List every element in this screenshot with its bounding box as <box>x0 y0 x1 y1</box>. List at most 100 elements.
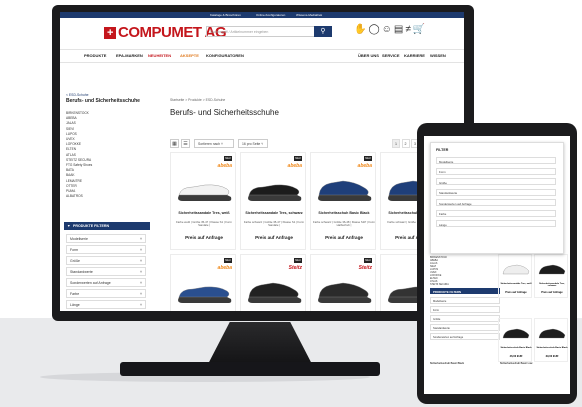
tablet-bottom-title[interactable]: Sicherheitsschuh Basic Low <box>500 362 532 365</box>
filter-dropdown[interactable]: Größe ˅ <box>66 256 146 265</box>
product-card[interactable]: NEU abeba Sicherheitssandale Tres, weiß Far… <box>170 152 236 250</box>
search-button[interactable]: ⚲ <box>314 26 332 37</box>
tablet-filter-dropdown[interactable]: Standardwerte <box>430 324 500 331</box>
product-card[interactable]: NEUabebaSicherheitssandale Basic BlackFa… <box>170 254 236 311</box>
filter-overlay-row[interactable]: Länge <box>436 220 556 227</box>
tablet-product-card[interactable]: Sicherheitssandale Tres, weiß Preis auf A… <box>498 254 532 298</box>
per-page-label: 16 pro Seite <box>242 142 261 146</box>
filter-dropdown[interactable]: Form ˅ <box>66 245 146 254</box>
tablet-filter-dropdown[interactable]: Sonderwerten auf Anfrage <box>430 333 500 340</box>
product-title[interactable]: Sicherheitssandale Tres, schwarz <box>243 211 305 215</box>
page-button[interactable]: 2 <box>401 139 410 148</box>
product-price: Preis auf Anfrage <box>185 235 223 240</box>
brand-link[interactable]: BATA <box>66 168 74 172</box>
filter-overlay-row[interactable]: Farbe <box>436 209 556 217</box>
brand-link[interactable]: ABEBA <box>66 116 77 120</box>
page-button[interactable]: 1 <box>392 139 400 148</box>
brand-link[interactable]: LUPOS <box>66 132 77 136</box>
brand-link[interactable]: BIRKENSTOCK <box>66 111 89 115</box>
nav-epa-marken[interactable]: EPA-MARKEN <box>116 53 143 58</box>
brand-link[interactable]: LOFOKKE <box>66 142 81 146</box>
product-card[interactable]: NEUSteitzSicherheitsschuh Laser Roller+ … <box>310 254 376 311</box>
nav-wissen[interactable]: WISSEN <box>430 53 446 58</box>
product-card[interactable]: NEU abeba Sicherheitsschuh Basic Black Farb… <box>310 152 376 250</box>
back-link[interactable]: < ESD-Schuhe <box>66 93 89 97</box>
tablet-product-title[interactable]: Sicherheitssandale Tres, schwarz <box>536 283 568 287</box>
tablet-product-card[interactable]: Sicherheitsschuh Basic Black 46,00 EUR <box>498 318 532 362</box>
hands-icon[interactable]: ✋ <box>354 24 368 35</box>
search-input[interactable]: Suchbegriff / Artikelnummer eingeben <box>206 26 318 37</box>
nav-neuheiten[interactable]: NEUHEITEN <box>148 53 171 58</box>
product-card[interactable]: NEU abeba Sicherheitssandale Tres, schwarz… <box>240 152 306 250</box>
filter-dropdown[interactable]: Standardwerte ˅ <box>66 267 146 276</box>
sort-select[interactable]: Sortieren nach ˅ <box>194 139 234 148</box>
filter-dropdown[interactable]: Sonderwerten auf Anfrage ˅ <box>66 278 146 287</box>
brand-link[interactable]: ELTEN <box>66 147 76 151</box>
tablet-filter-header[interactable]: PRODUKTE FILTERN <box>430 288 500 294</box>
product-description: Farbe schwarz | Größe 36-48 | Klasse S1P… <box>313 220 375 228</box>
product-price: Preis auf Anfrage <box>325 235 363 240</box>
list-view-button[interactable]: ☰ <box>181 139 190 148</box>
breadcrumb[interactable]: Startseite > Produkte > ESD-Schuhe <box>170 98 225 102</box>
shoe-image <box>538 264 566 275</box>
list-icon[interactable]: ▤ <box>394 24 405 35</box>
filter-dropdown[interactable]: Farbe ˅ <box>66 289 146 298</box>
topbar-link-configurators[interactable]: Online-Konfiguratoren <box>256 13 285 17</box>
filter-label: Farbe <box>70 292 80 296</box>
nav-ueber-uns[interactable]: ÜBER UNS <box>358 53 379 58</box>
tablet-bottom-title[interactable]: Sicherheitsschuh Basic Black <box>430 362 464 365</box>
filter-overlay-row[interactable]: Standardwerte <box>436 188 556 196</box>
tablet-product-price: 46,00 EUR <box>509 355 523 358</box>
brand-link[interactable]: STEITZ SECURA <box>66 158 91 162</box>
brand-link[interactable]: BAAK <box>66 173 75 177</box>
tablet-product-card[interactable]: Sicherheitssandale Tres, schwarz Preis au… <box>534 254 568 298</box>
manufacturer-logo: Steitz <box>358 265 372 271</box>
filter-overlay-row[interactable]: Sonderwerten auf Anfrage <box>436 199 556 206</box>
tablet-product-title[interactable]: Sicherheitsschuh Basic Black <box>500 347 532 349</box>
brand-link[interactable]: PUMA <box>66 189 75 193</box>
grid-view-button[interactable]: ▦ <box>170 139 179 148</box>
brand-link[interactable]: ATLAS <box>66 153 76 157</box>
compare-icon[interactable]: ≠ <box>405 24 413 35</box>
manufacturer-logo: abeba <box>217 265 232 271</box>
topbar-link-media[interactable]: Wissens-Mediathek <box>296 13 322 17</box>
filter-overlay-row[interactable]: Modellserie <box>436 157 556 164</box>
brand-link[interactable]: OTTER <box>66 184 77 188</box>
tablet-product-card[interactable]: Sicherheitsschuh Basic Black 39,00 EUR <box>534 318 568 362</box>
tablet-brand-link[interactable]: STEITZ SECURA <box>430 283 449 286</box>
per-page-select[interactable]: 16 pro Seite ˅ <box>238 139 268 148</box>
support-icon[interactable]: ◯ <box>368 24 381 35</box>
brand-link[interactable]: UVEX <box>66 137 75 141</box>
filter-dropdown[interactable]: Modellserie ˅ <box>66 234 146 243</box>
nav-produkte[interactable]: PRODUKTE <box>84 53 106 58</box>
nav-service[interactable]: SERVICE <box>382 53 400 58</box>
cart-icon[interactable]: 🛒 <box>413 24 427 35</box>
filter-overlay-row[interactable]: Form <box>436 167 556 175</box>
tablet-filter-dropdown[interactable]: Modellserie <box>430 297 500 304</box>
new-badge: NEU <box>294 258 302 263</box>
filter-header[interactable]: ▼ PRODUKTE FILTERN <box>64 222 150 230</box>
tablet-product-title[interactable]: Sicherheitsschuh Basic Black <box>536 347 568 349</box>
brand-link[interactable]: JALAS <box>66 121 76 125</box>
filter-dropdown[interactable]: Länge ˅ <box>66 300 146 309</box>
tablet-frame: BIRKENSTOCK ABEBA JALAS SIEVI LUPOS UVEX LOFOK… <box>417 123 577 404</box>
filter-overlay-row[interactable]: Größe <box>436 178 556 185</box>
desktop-screen: Kataloge & Broschüren Online-Konfigurato… <box>60 12 464 311</box>
nav-akseptе[interactable]: AKSEPTE <box>180 53 199 58</box>
nav-karriere[interactable]: KARRIERE <box>404 53 425 58</box>
brand-link[interactable]: SIEVI <box>66 127 74 131</box>
tablet-filter-dropdown[interactable]: Form <box>430 306 500 313</box>
product-title[interactable]: Sicherheitssandale Tres, weiß <box>173 211 235 215</box>
brand-link[interactable]: LEMAITRE <box>66 179 82 183</box>
brand-link[interactable]: FTG Safety Shoes <box>66 163 92 167</box>
filter-label: Modellserie <box>70 237 88 241</box>
brand-link[interactable]: ALBATROS <box>66 194 83 198</box>
user-icon[interactable]: ☺ <box>382 24 394 35</box>
tablet-product-title[interactable]: Sicherheitssandale Tres, weiß <box>500 283 532 285</box>
nav-konfiguratoren[interactable]: KONFIGURATOREN <box>206 53 244 58</box>
tablet-filter-dropdown[interactable]: Größe <box>430 315 500 322</box>
product-card[interactable]: NEUSteitzSicherheitsschuh Racer EcoTech <box>240 254 306 311</box>
product-title[interactable]: Sicherheitsschuh Basic Black <box>313 211 375 215</box>
topbar-link-catalogs[interactable]: Kataloge & Broschüren <box>210 13 241 17</box>
shoe-image <box>502 264 530 275</box>
